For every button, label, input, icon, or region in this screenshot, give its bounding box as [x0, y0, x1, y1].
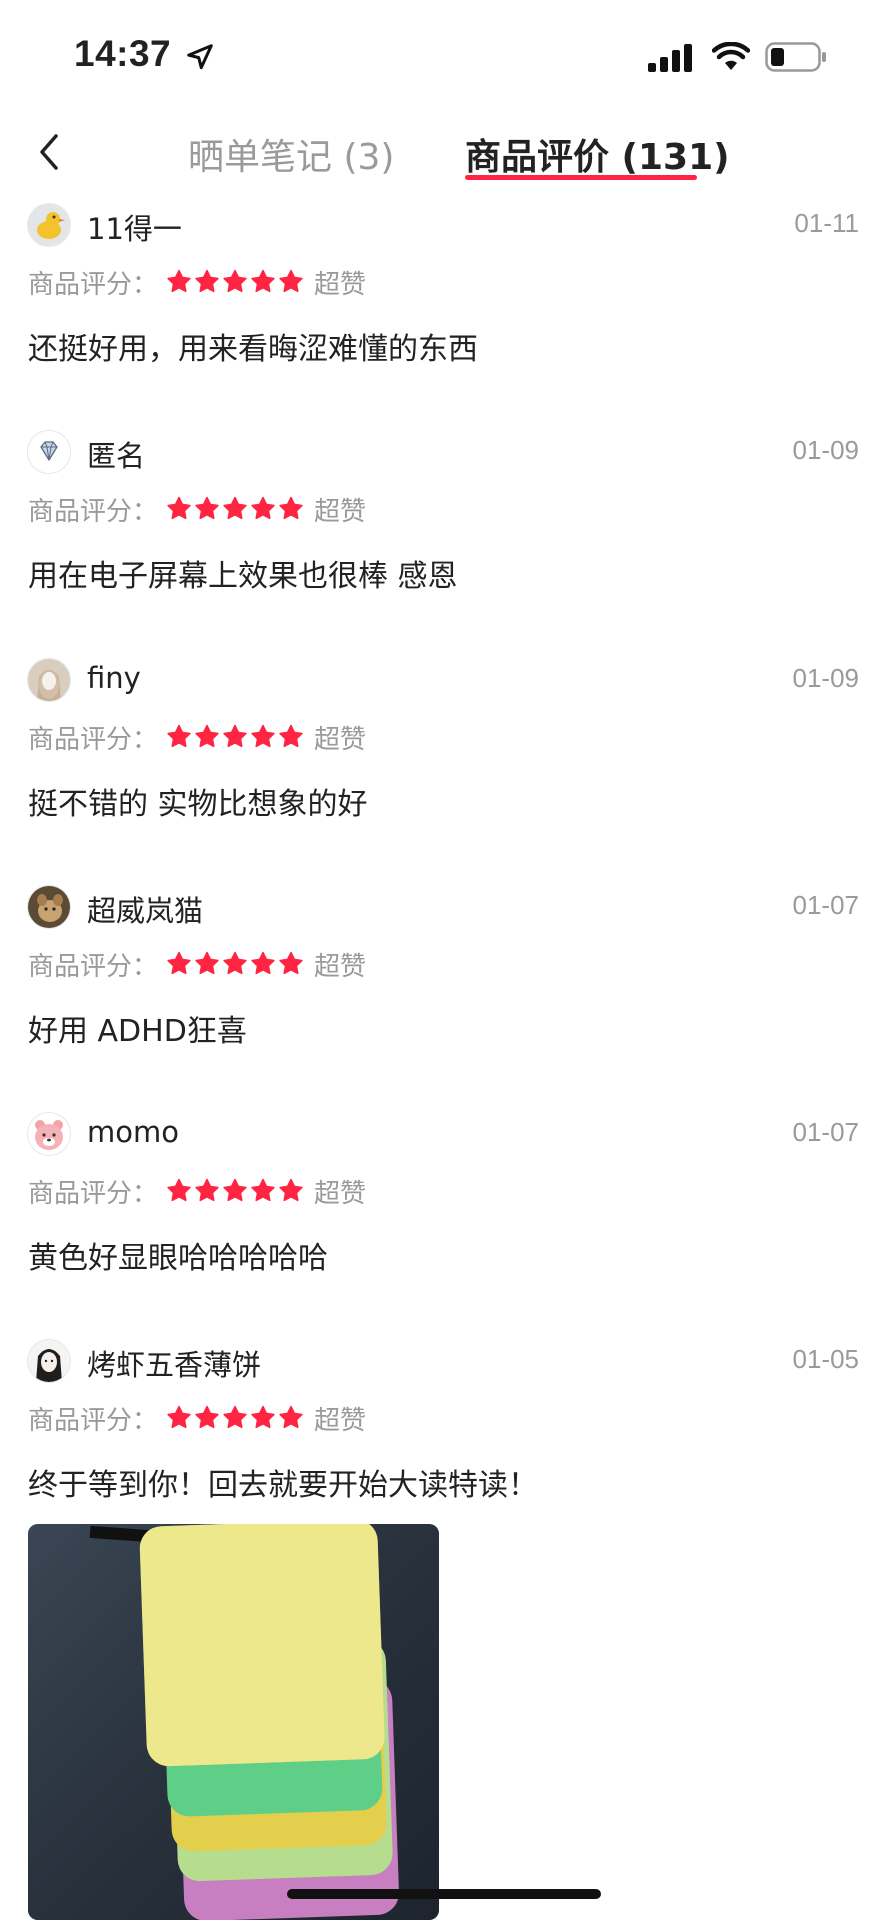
rating-label: 商品评分： — [28, 496, 159, 527]
username[interactable]: momo — [87, 1115, 179, 1149]
avatar[interactable] — [28, 1340, 70, 1382]
username[interactable]: 11得一 — [87, 206, 182, 248]
review-date: 01-07 — [792, 890, 860, 920]
rating-text: 超赞 — [314, 269, 367, 300]
star-icon — [195, 724, 219, 748]
wifi-icon — [712, 42, 750, 70]
avatar[interactable] — [28, 659, 70, 701]
rating-label: 商品评分： — [28, 951, 159, 982]
rating-row: 商品评分： 超赞 — [28, 719, 366, 755]
rating-text: 超赞 — [314, 951, 367, 982]
star-icon — [223, 724, 247, 748]
review-content: 好用 ADHD狂喜 — [28, 1014, 247, 1049]
star-icon — [251, 724, 275, 748]
rating-text: 超赞 — [314, 724, 367, 755]
star-icon — [167, 1405, 191, 1429]
cellular-signal-icon — [648, 44, 692, 72]
star-rating — [166, 1405, 304, 1431]
rating-row: 商品评分： 超赞 — [28, 491, 366, 527]
star-icon — [167, 1178, 191, 1202]
avatar[interactable] — [28, 204, 70, 246]
star-icon — [167, 496, 191, 520]
star-icon — [251, 269, 275, 293]
avatar[interactable] — [28, 1113, 70, 1155]
star-icon — [195, 1405, 219, 1429]
review-date: 01-07 — [792, 1117, 860, 1147]
rating-label: 商品评分： — [28, 1178, 159, 1209]
rating-text: 超赞 — [314, 1178, 367, 1209]
review-date: 01-09 — [792, 663, 860, 693]
star-icon — [167, 951, 191, 975]
star-icon — [251, 951, 275, 975]
star-icon — [167, 269, 191, 293]
star-rating — [166, 724, 304, 750]
review-date: 01-11 — [794, 208, 859, 238]
star-icon — [195, 269, 219, 293]
review-content: 挺不错的 实物比想象的好 — [28, 787, 368, 822]
star-rating — [166, 951, 304, 977]
username[interactable]: finy — [87, 661, 141, 695]
star-icon — [223, 496, 247, 520]
review-content: 黄色好显眼哈哈哈哈哈 — [28, 1241, 328, 1276]
review-date: 01-09 — [792, 435, 860, 465]
rating-text: 超赞 — [314, 1405, 367, 1436]
rating-row: 商品评分： 超赞 — [28, 1400, 366, 1436]
rating-label: 商品评分： — [28, 269, 159, 300]
star-rating — [166, 269, 304, 295]
star-icon — [279, 951, 303, 975]
star-rating — [166, 496, 304, 522]
active-tab-indicator — [465, 175, 697, 180]
home-indicator — [287, 1889, 601, 1899]
avatar[interactable] — [28, 886, 70, 928]
star-icon — [223, 269, 247, 293]
star-icon — [251, 1405, 275, 1429]
review-photo[interactable] — [28, 1524, 439, 1920]
username[interactable]: 超威岚猫 — [87, 888, 203, 930]
top-nav: 晒单笔记 (3) 商品评价 (131) — [0, 110, 887, 190]
rating-row: 商品评分： 超赞 — [28, 1173, 366, 1209]
review-content: 用在电子屏幕上效果也很棒 感恩 — [28, 559, 458, 594]
rating-label: 商品评分： — [28, 1405, 159, 1436]
star-icon — [251, 496, 275, 520]
star-icon — [195, 951, 219, 975]
star-icon — [251, 1178, 275, 1202]
review-content: 还挺好用，用来看晦涩难懂的东西 — [28, 332, 478, 367]
star-icon — [279, 1178, 303, 1202]
status-bar: 14:37 — [0, 0, 887, 110]
username[interactable]: 烤虾五香薄饼 — [87, 1342, 261, 1384]
star-icon — [279, 1405, 303, 1429]
status-time: 14:37 — [74, 33, 172, 74]
rating-row: 商品评分： 超赞 — [28, 264, 366, 300]
star-icon — [279, 724, 303, 748]
star-icon — [279, 269, 303, 293]
review-date: 01-05 — [792, 1344, 860, 1374]
rating-row: 商品评分： 超赞 — [28, 946, 366, 982]
avatar[interactable] — [28, 431, 70, 473]
back-chevron-icon[interactable] — [30, 130, 70, 174]
star-icon — [195, 1178, 219, 1202]
review-content: 终于等到你！回去就要开始大读特读！ — [28, 1468, 538, 1503]
star-icon — [223, 1178, 247, 1202]
star-icon — [195, 496, 219, 520]
tab-product-reviews[interactable]: 商品评价 (131) — [465, 128, 730, 180]
star-icon — [279, 496, 303, 520]
star-icon — [223, 951, 247, 975]
rating-text: 超赞 — [314, 496, 367, 527]
location-arrow-icon — [187, 44, 213, 70]
tab-share-notes[interactable]: 晒单笔记 (3) — [188, 128, 394, 180]
username[interactable]: 匿名 — [87, 433, 145, 475]
battery-icon — [765, 42, 826, 72]
star-icon — [223, 1405, 247, 1429]
star-rating — [166, 1178, 304, 1204]
rating-label: 商品评分： — [28, 724, 159, 755]
star-icon — [167, 724, 191, 748]
